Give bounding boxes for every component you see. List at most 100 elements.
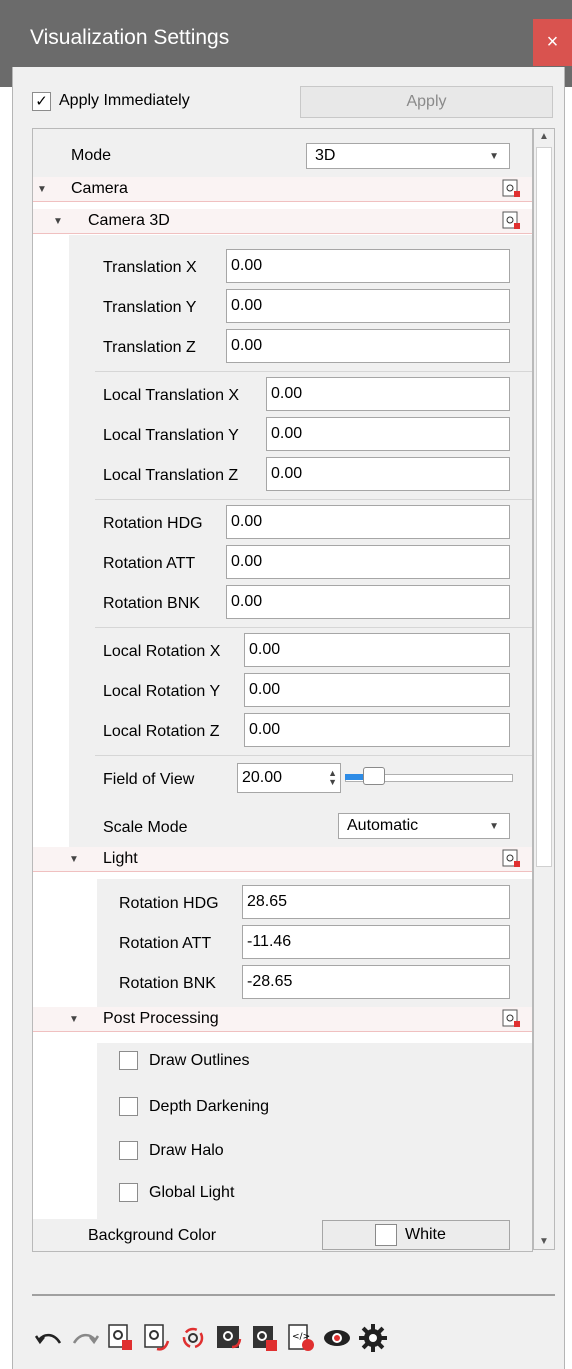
reset-post-processing-icon[interactable] bbox=[502, 1009, 522, 1034]
bottom-toolbar: </> bbox=[32, 1318, 392, 1358]
translation-y-label: Translation Y bbox=[103, 299, 197, 316]
reset-camera-3d-icon[interactable] bbox=[502, 211, 522, 236]
reset-camera-icon[interactable] bbox=[502, 179, 522, 204]
load-settings-icon[interactable] bbox=[248, 1320, 282, 1356]
light-section-header[interactable]: ▼ Light bbox=[33, 847, 532, 872]
rotation-bnk-label: Rotation BNK bbox=[103, 595, 200, 612]
visibility-icon[interactable] bbox=[320, 1320, 354, 1356]
light-rotation-att-field[interactable]: -11.46 bbox=[242, 925, 510, 959]
global-light-box[interactable] bbox=[119, 1183, 138, 1202]
draw-halo-label: Draw Halo bbox=[149, 1141, 224, 1159]
global-light-checkbox[interactable]: Global Light bbox=[119, 1183, 234, 1202]
rotation-att-field[interactable]: 0.00 bbox=[226, 545, 510, 579]
field-of-view-slider-fill bbox=[345, 774, 365, 780]
field-of-view-spinbox[interactable]: 20.00 ▲ ▼ bbox=[237, 763, 341, 793]
rotation-hdg-field[interactable]: 0.00 bbox=[226, 505, 510, 539]
local-translation-z-field[interactable]: 0.00 bbox=[266, 457, 510, 491]
mode-value: 3D bbox=[315, 147, 336, 164]
close-button[interactable]: × bbox=[533, 19, 572, 66]
scale-mode-combo[interactable]: Automatic ▼ bbox=[338, 813, 510, 839]
collapse-triangle-icon: ▼ bbox=[37, 183, 47, 195]
collapse-triangle-icon: ▼ bbox=[53, 215, 63, 227]
camera-section-header[interactable]: ▼ Camera bbox=[33, 177, 532, 202]
translation-z-label: Translation Z bbox=[103, 339, 196, 356]
camera3d-section-header[interactable]: ▼ Camera 3D bbox=[33, 209, 532, 234]
save-settings-icon[interactable] bbox=[212, 1320, 246, 1356]
camera-label: Camera bbox=[71, 180, 128, 197]
light-label: Light bbox=[103, 850, 138, 867]
scale-mode-label: Scale Mode bbox=[103, 819, 188, 836]
window-title: Visualization Settings bbox=[30, 26, 230, 49]
scroll-up-icon[interactable]: ▲ bbox=[539, 131, 549, 142]
local-rotation-z-field[interactable]: 0.00 bbox=[244, 713, 510, 747]
camera3d-label: Camera 3D bbox=[88, 212, 170, 229]
sync-camera-icon[interactable] bbox=[176, 1320, 210, 1356]
depth-darkening-checkbox[interactable]: Depth Darkening bbox=[119, 1097, 269, 1116]
post-processing-label: Post Processing bbox=[103, 1010, 219, 1027]
depth-darkening-box[interactable] bbox=[119, 1097, 138, 1116]
translation-y-field[interactable]: 0.00 bbox=[226, 289, 510, 323]
local-rotation-z-label: Local Rotation Z bbox=[103, 723, 220, 740]
background-color-value: White bbox=[405, 1226, 446, 1243]
draw-outlines-box[interactable] bbox=[119, 1051, 138, 1070]
tree-scrollbar[interactable]: ▲ ▼ bbox=[533, 128, 555, 1250]
apply-immediately-checkbox[interactable]: ✓ Apply Immediately bbox=[32, 90, 190, 112]
field-of-view-value: 20.00 bbox=[242, 769, 283, 786]
background-color-label: Background Color bbox=[88, 1227, 217, 1244]
field-of-view-slider-handle[interactable] bbox=[363, 767, 385, 785]
light-rotation-att-label: Rotation ATT bbox=[119, 935, 212, 952]
light-rotation-bnk-label: Rotation BNK bbox=[119, 975, 216, 992]
reset-camera-3d-icon[interactable] bbox=[140, 1320, 174, 1356]
chevron-down-icon: ▼ bbox=[489, 820, 499, 832]
global-light-label: Global Light bbox=[149, 1183, 235, 1201]
mode-label: Mode bbox=[71, 147, 112, 164]
chevron-down-icon: ▼ bbox=[489, 150, 499, 162]
draw-halo-checkbox[interactable]: Draw Halo bbox=[119, 1141, 224, 1160]
spinner-arrows-icon[interactable]: ▲ ▼ bbox=[328, 769, 337, 787]
rotation-bnk-field[interactable]: 0.00 bbox=[226, 585, 510, 619]
bottom-divider bbox=[32, 1294, 555, 1296]
light-rotation-hdg-field[interactable]: 28.65 bbox=[242, 885, 510, 919]
light-rotation-bnk-field[interactable]: -28.65 bbox=[242, 965, 510, 999]
settings-gear-icon[interactable] bbox=[356, 1320, 390, 1356]
local-rotation-x-field[interactable]: 0.00 bbox=[244, 633, 510, 667]
group-divider bbox=[95, 371, 532, 372]
translation-x-field[interactable]: 0.00 bbox=[226, 249, 510, 283]
field-of-view-label: Field of View bbox=[103, 771, 195, 788]
local-translation-y-label: Local Translation Y bbox=[103, 427, 239, 444]
light-rotation-hdg-label: Rotation HDG bbox=[119, 895, 219, 912]
reset-camera-icon[interactable] bbox=[104, 1320, 138, 1356]
apply-immediately-label: Apply Immediately bbox=[59, 92, 190, 109]
apply-button[interactable]: Apply bbox=[300, 86, 553, 118]
rotation-hdg-label: Rotation HDG bbox=[103, 515, 203, 532]
group-divider bbox=[95, 499, 532, 500]
local-rotation-x-label: Local Rotation X bbox=[103, 643, 221, 660]
scroll-down-icon[interactable]: ▼ bbox=[539, 1236, 549, 1247]
collapse-triangle-icon: ▼ bbox=[69, 1013, 79, 1025]
depth-darkening-label: Depth Darkening bbox=[149, 1097, 270, 1115]
export-code-icon[interactable]: </> bbox=[284, 1320, 318, 1356]
translation-z-field[interactable]: 0.00 bbox=[226, 329, 510, 363]
collapse-triangle-icon: ▼ bbox=[69, 853, 79, 865]
apply-immediately-box[interactable]: ✓ bbox=[32, 91, 51, 111]
redo-icon[interactable] bbox=[68, 1320, 102, 1356]
undo-icon[interactable] bbox=[32, 1320, 66, 1356]
local-translation-x-label: Local Translation X bbox=[103, 387, 240, 404]
draw-outlines-checkbox[interactable]: Draw Outlines bbox=[119, 1051, 249, 1070]
draw-halo-box[interactable] bbox=[119, 1141, 138, 1160]
local-translation-y-field[interactable]: 0.00 bbox=[266, 417, 510, 451]
group-divider bbox=[95, 755, 532, 756]
local-translation-x-field[interactable]: 0.00 bbox=[266, 377, 510, 411]
scale-mode-value: Automatic bbox=[347, 817, 419, 834]
rotation-att-label: Rotation ATT bbox=[103, 555, 196, 572]
post-processing-section-header[interactable]: ▼ Post Processing bbox=[33, 1007, 532, 1032]
background-color-button[interactable]: White bbox=[322, 1220, 510, 1250]
reset-light-icon[interactable] bbox=[502, 849, 522, 874]
scrollbar-thumb[interactable] bbox=[536, 147, 552, 867]
translation-x-label: Translation X bbox=[103, 259, 197, 276]
mode-combo[interactable]: 3D ▼ bbox=[306, 143, 510, 169]
local-translation-z-label: Local Translation Z bbox=[103, 467, 239, 484]
color-swatch bbox=[375, 1224, 397, 1246]
local-rotation-y-field[interactable]: 0.00 bbox=[244, 673, 510, 707]
draw-outlines-label: Draw Outlines bbox=[149, 1051, 250, 1069]
